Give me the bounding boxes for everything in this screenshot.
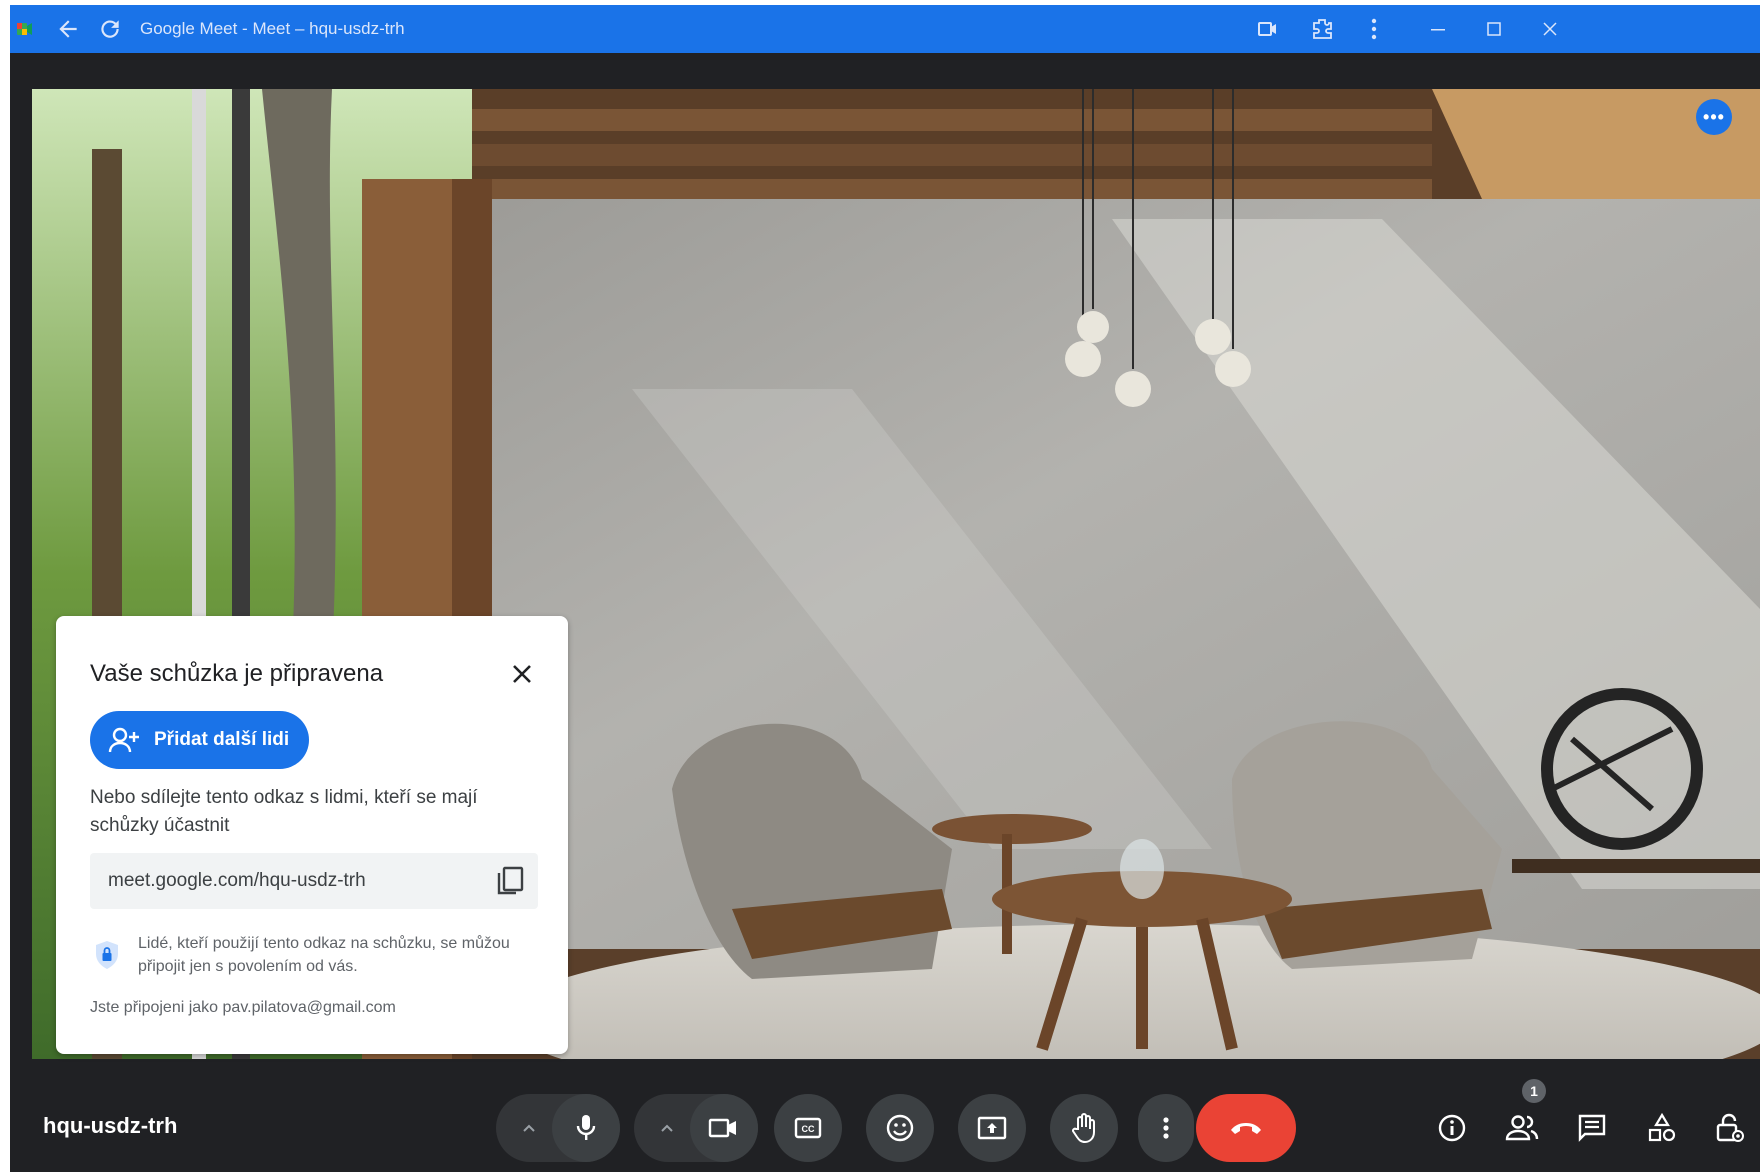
stage-more-options-icon[interactable]: ••• <box>1696 99 1732 135</box>
chat-icon <box>1578 1114 1606 1142</box>
activities-icon <box>1648 1113 1676 1142</box>
hang-up-icon <box>1231 1123 1261 1134</box>
hang-up-button[interactable] <box>1196 1094 1296 1162</box>
activities-button[interactable] <box>1636 1102 1688 1154</box>
chat-button[interactable] <box>1566 1102 1618 1154</box>
permission-notice: Lidé, kteří použijí tento odkaz na schůz… <box>138 935 510 975</box>
back-arrow-icon[interactable] <box>48 5 88 53</box>
dialog-title: Vaše schůzka je připravena <box>90 660 384 687</box>
more-options-button[interactable] <box>1138 1094 1194 1162</box>
add-people-button[interactable]: Přidat další lidi <box>90 711 310 769</box>
maximize-icon[interactable] <box>1472 5 1516 53</box>
captions-icon: CC <box>794 1117 822 1139</box>
meet-logo-icon <box>10 5 40 53</box>
joined-as-text: Jste připojeni jako pav.pilatova@gmail.c… <box>90 999 396 1016</box>
close-dialog-icon[interactable] <box>504 656 540 692</box>
share-instructions: Nebo sdílejte tento odkaz s lidmi, kteří… <box>90 787 478 836</box>
more-options-icon <box>1163 1117 1169 1139</box>
meeting-link[interactable]: meet.google.com/hqu-usdz-trh <box>108 870 366 892</box>
host-controls-button[interactable] <box>1704 1102 1756 1154</box>
video-options-chevron-up-icon[interactable] <box>642 1094 692 1162</box>
audio-options-chevron-up-icon[interactable] <box>504 1094 554 1162</box>
meeting-code: hqu-usdz-trh <box>43 1113 178 1138</box>
host-controls-icon <box>1716 1113 1744 1142</box>
participants-count-badge: 1 <box>1522 1079 1546 1103</box>
raise-hand-icon <box>1072 1113 1095 1144</box>
meeting-link-box: meet.google.com/hqu-usdz-trh <box>90 853 538 909</box>
meeting-info-button[interactable] <box>1426 1102 1478 1154</box>
raise-hand-button[interactable] <box>1050 1094 1118 1162</box>
emoji-icon <box>886 1114 914 1142</box>
copy-icon[interactable] <box>494 865 526 897</box>
window-menu-icon[interactable] <box>1354 5 1394 53</box>
reload-icon[interactable] <box>90 5 130 53</box>
minimize-icon[interactable] <box>1416 5 1460 53</box>
present-button[interactable] <box>958 1094 1026 1162</box>
camera-icon <box>708 1118 736 1138</box>
close-window-icon[interactable] <box>1528 5 1572 53</box>
camera-status-icon[interactable] <box>1248 5 1288 53</box>
meeting-ready-dialog: Vaše schůzka je připravena Přidat další … <box>56 616 568 1054</box>
info-icon <box>1438 1114 1466 1142</box>
mic-icon <box>576 1115 596 1140</box>
add-person-icon <box>108 727 139 753</box>
people-icon <box>1505 1115 1539 1141</box>
extensions-icon[interactable] <box>1302 5 1342 53</box>
window-title: Google Meet - Meet – hqu-usdz-trh <box>140 19 405 38</box>
title-bar: Google Meet - Meet – hqu-usdz-trh <box>10 5 1760 53</box>
emoji-button[interactable] <box>866 1094 934 1162</box>
meet-window: Google Meet - Meet – hqu-usdz-trh ••• Va… <box>10 5 1760 1172</box>
camera-button[interactable] <box>690 1094 758 1162</box>
captions-button[interactable]: CC <box>774 1094 842 1162</box>
present-icon <box>977 1116 1007 1140</box>
mic-button[interactable] <box>552 1094 620 1162</box>
people-button[interactable] <box>1496 1102 1548 1154</box>
shield-lock-icon <box>90 938 124 972</box>
add-people-label: Přidat další lidi <box>154 729 290 750</box>
svg-text:CC: CC <box>802 1124 815 1134</box>
